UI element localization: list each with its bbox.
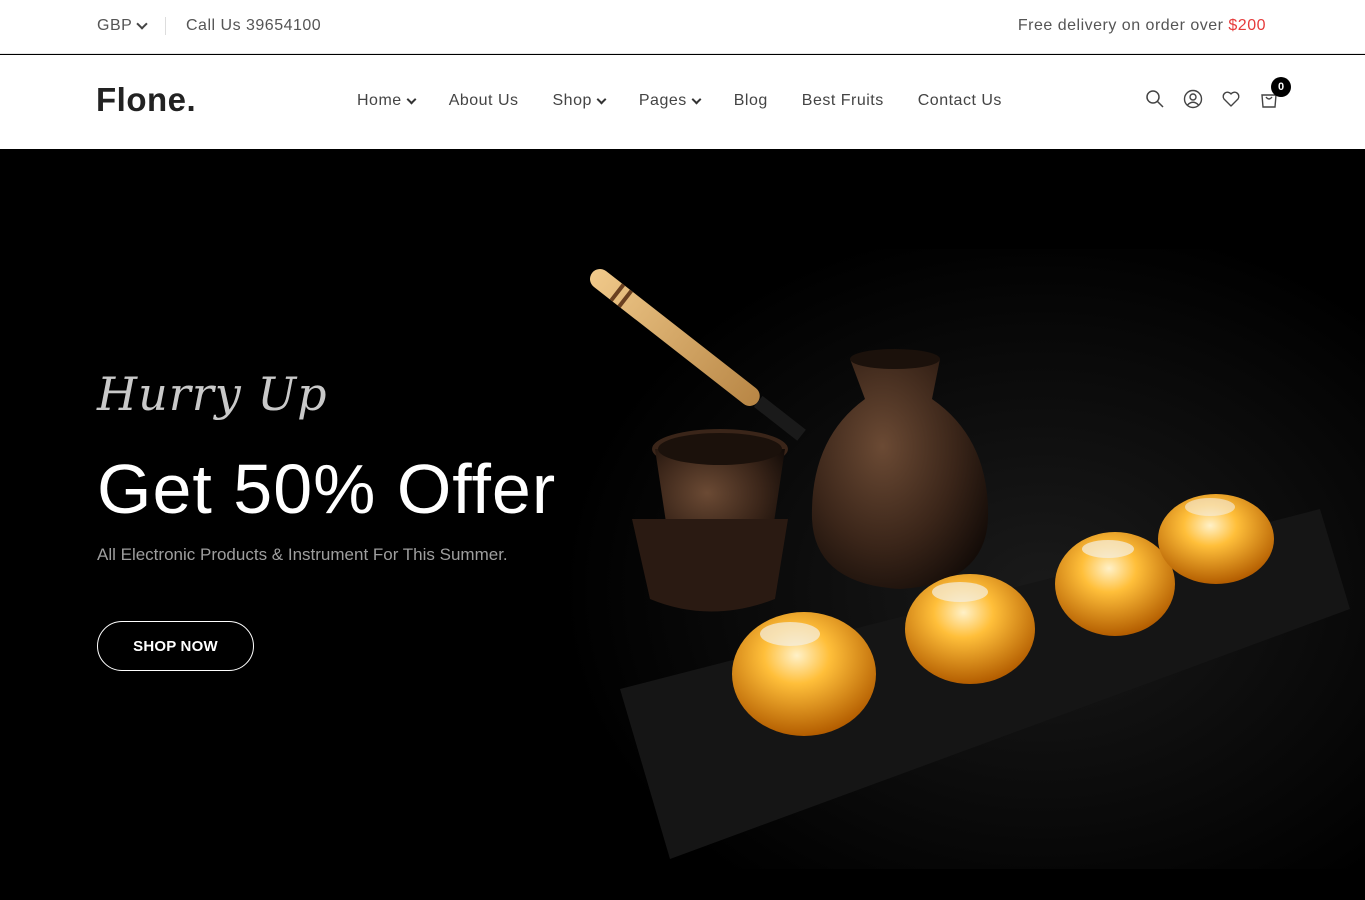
- chevron-down-icon: [136, 18, 148, 30]
- nav-about-us[interactable]: About Us: [449, 92, 519, 110]
- nav-home-label: Home: [357, 92, 402, 109]
- hero-subtitle: All Electronic Products & Instrument For…: [97, 545, 508, 564]
- cart-icon[interactable]: 0: [1259, 77, 1291, 109]
- nav-blog[interactable]: Blog: [734, 92, 768, 110]
- cart-count-badge: 0: [1271, 77, 1291, 97]
- nav-shop[interactable]: Shop: [552, 92, 607, 110]
- nav-home[interactable]: Home: [357, 92, 417, 110]
- delivery-info: Free delivery on order over $200: [1018, 17, 1266, 35]
- nav-best-fruits-label: Best Fruits: [801, 92, 884, 109]
- user-icon[interactable]: [1183, 89, 1203, 109]
- heart-icon[interactable]: [1221, 89, 1241, 109]
- top-bar: GBP Call Us 39654100 Free delivery on or…: [0, 0, 1365, 54]
- nav-contact-us[interactable]: Contact Us: [918, 92, 1002, 110]
- nav-blog-label: Blog: [733, 92, 768, 109]
- chevron-down-icon: [596, 94, 607, 105]
- header-icons: 0: [1145, 77, 1291, 109]
- chevron-down-icon: [406, 94, 417, 105]
- main-header: Flone. Home About Us Shop Pages Blog Bes…: [0, 55, 1365, 149]
- nav-best-fruits[interactable]: Best Fruits: [802, 92, 884, 110]
- search-icon[interactable]: [1145, 89, 1165, 109]
- nav-pages-label: Pages: [638, 92, 687, 109]
- hero-title: Get 50% Offer: [97, 450, 557, 528]
- divider: [165, 17, 166, 35]
- call-us-text: Call Us 39654100: [186, 17, 322, 34]
- currency-selector[interactable]: GBP: [97, 17, 148, 35]
- delivery-amount: $200: [1228, 17, 1266, 34]
- currency-label: GBP: [97, 17, 133, 34]
- delivery-text: Free delivery on order over: [1017, 17, 1229, 34]
- hero-kicker: Hurry Up: [97, 367, 328, 421]
- shop-now-button[interactable]: SHOP NOW: [97, 621, 254, 671]
- hero-slider: Hurry Up Get 50% Offer All Electronic Pr…: [0, 149, 1365, 900]
- nav-contact-label: Contact Us: [917, 92, 1002, 109]
- chevron-down-icon: [691, 94, 702, 105]
- site-logo[interactable]: Flone.: [96, 81, 196, 119]
- nav-shop-label: Shop: [552, 92, 592, 109]
- main-nav: Home About Us Shop Pages Blog Best Fruit…: [357, 92, 1036, 110]
- hero-image: [560, 249, 1365, 869]
- nav-pages[interactable]: Pages: [638, 92, 702, 110]
- nav-about-label: About Us: [448, 92, 519, 109]
